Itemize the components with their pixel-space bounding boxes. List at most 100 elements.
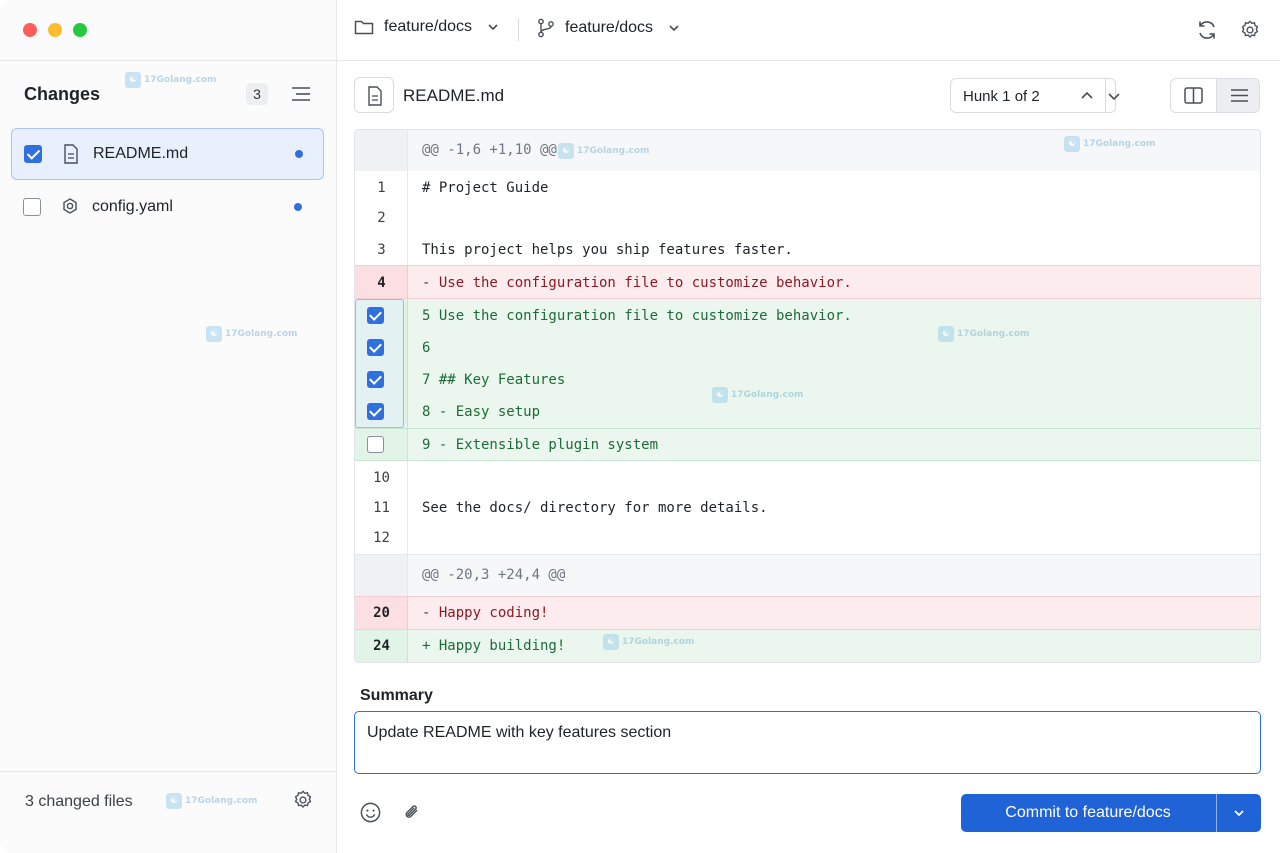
diff-viewer: @@ -1,6 +1,10 @@ 1 # Project Guide 2 3 T… (354, 129, 1261, 663)
file-checkbox[interactable] (23, 198, 41, 216)
git-branch-icon (538, 18, 554, 38)
chevron-down-icon (488, 24, 498, 31)
diff-line-removed: 4 - Use the configuration file to custom… (355, 265, 1260, 299)
divider (518, 19, 519, 41)
file-title: README.md (403, 86, 505, 105)
changes-title: Changes (24, 84, 101, 104)
diff-line: 12 (355, 522, 1260, 554)
refresh-icon[interactable] (1196, 19, 1218, 41)
gear-icon[interactable] (292, 789, 314, 811)
file-item-config[interactable]: config.yaml (11, 181, 324, 233)
diff-line-added: 6 (355, 331, 1260, 363)
chevron-down-icon (1234, 810, 1244, 817)
line-code: See the docs/ directory for more details… (422, 500, 768, 516)
unified-view-button[interactable] (1216, 79, 1259, 112)
gear-icon[interactable] (1239, 19, 1261, 41)
line-checkbox[interactable] (367, 307, 384, 324)
line-checkbox[interactable] (367, 371, 384, 388)
diff-line-added: 24 + Happy building! (355, 630, 1260, 662)
line-code: This project helps you ship features fas… (422, 242, 793, 258)
hunk-navigator: Hunk 1 of 2 (950, 78, 1120, 113)
commit-button-group: Commit to feature/docs (961, 794, 1261, 832)
line-number: 1 (377, 180, 386, 196)
unified-view-icon (1231, 89, 1248, 102)
commit-options-button[interactable] (1217, 794, 1261, 832)
chevron-down-icon (669, 25, 679, 32)
filter-list-icon[interactable] (290, 84, 312, 104)
document-icon (64, 144, 78, 164)
line-number: 24 (373, 638, 390, 654)
file-name: README.md (93, 145, 189, 162)
document-icon (368, 86, 382, 106)
modified-dot (294, 203, 302, 211)
close-window-button[interactable] (23, 23, 37, 37)
changed-files-label: 3 changed files (25, 793, 133, 810)
line-code: 5 Use the configuration file to customiz… (422, 308, 852, 324)
sidebar: Changes 3 README.md config.yaml 3 change… (0, 0, 337, 853)
diff-line-added: 9 - Extensible plugin system (355, 428, 1260, 461)
line-checkbox[interactable] (367, 403, 384, 420)
diff-line: 11 See the docs/ directory for more deta… (355, 492, 1260, 522)
chevron-down-icon[interactable] (1106, 88, 1122, 104)
line-code: - Happy coding! (422, 605, 549, 621)
line-checkbox[interactable] (367, 436, 384, 453)
line-number: 2 (377, 210, 386, 226)
gear-file-icon (63, 198, 77, 214)
changes-count-badge: 3 (246, 83, 268, 105)
line-code: 9 - Extensible plugin system (422, 437, 659, 453)
file-item-readme[interactable]: README.md (11, 128, 324, 180)
line-code: # Project Guide (422, 180, 549, 196)
divider (0, 60, 336, 61)
watermark: ☯ 17Golang.com (125, 72, 216, 88)
watermark: ☯ 17Golang.com (206, 326, 297, 342)
hunk-label: Hunk 1 of 2 (963, 88, 1040, 105)
topbar: feature/docs feature/docs (337, 0, 1280, 61)
emoji-icon[interactable] (359, 801, 382, 824)
diff-line: 1 # Project Guide (355, 171, 1260, 201)
hunk-header: @@ -20,3 +24,4 @@ (355, 554, 1260, 596)
file-name: config.yaml (92, 198, 173, 215)
line-number: 11 (373, 500, 390, 516)
summary-label: Summary (360, 687, 433, 704)
diff-line: 3 This project helps you ship features f… (355, 231, 1260, 265)
line-number: 3 (377, 242, 386, 258)
chevron-up-icon[interactable] (1079, 88, 1095, 104)
line-number: 12 (373, 530, 390, 546)
repository-selector[interactable]: feature/docs (354, 18, 500, 36)
hunk-header: @@ -1,6 +1,10 @@ (355, 130, 1260, 171)
app-window: Changes 3 README.md config.yaml 3 change… (0, 0, 1280, 853)
view-mode-toggle (1170, 78, 1260, 113)
hunk-header-text: @@ -1,6 +1,10 @@ (422, 142, 557, 158)
commit-button[interactable]: Commit to feature/docs (961, 794, 1215, 832)
line-code: 6 (422, 340, 431, 356)
branch-name: feature/docs (565, 19, 654, 36)
maximize-window-button[interactable] (73, 23, 87, 37)
line-checkbox[interactable] (367, 339, 384, 356)
paperclip-icon[interactable] (401, 801, 423, 824)
diff-line: 2 (355, 201, 1260, 231)
main-panel: feature/docs feature/docs README.md Hunk… (337, 0, 1280, 853)
line-number: 20 (373, 605, 390, 621)
hunk-header-text: @@ -20,3 +24,4 @@ (422, 567, 566, 583)
diff-line-added: 5 Use the configuration file to customiz… (355, 299, 1260, 331)
line-code: 7 ## Key Features (422, 372, 566, 388)
file-checkbox[interactable] (24, 145, 42, 163)
line-code: + Happy building! (422, 638, 566, 654)
diff-line: 10 (355, 461, 1260, 492)
sidebar-footer: 3 changed files (0, 771, 336, 853)
line-code: - Use the configuration file to customiz… (422, 275, 852, 291)
traffic-lights (23, 23, 87, 37)
line-number: 10 (373, 470, 390, 486)
folder-icon (354, 20, 374, 35)
summary-input[interactable]: Update README with key features section (354, 711, 1261, 774)
line-code: 8 - Easy setup (422, 404, 541, 420)
file-type-button[interactable] (354, 77, 394, 113)
branch-selector[interactable]: feature/docs (537, 18, 681, 38)
line-number: 4 (377, 275, 386, 291)
diff-line-added: 7 ## Key Features (355, 363, 1260, 395)
minimize-window-button[interactable] (48, 23, 62, 37)
repository-name: feature/docs (384, 18, 473, 35)
modified-dot (295, 150, 303, 158)
split-view-icon (1184, 87, 1203, 104)
split-view-button[interactable] (1171, 79, 1216, 112)
